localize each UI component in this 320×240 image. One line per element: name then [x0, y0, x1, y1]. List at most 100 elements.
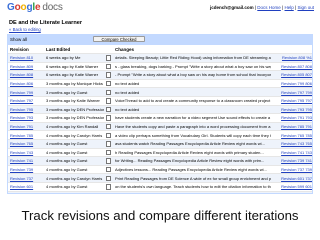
table-row: Revision 793 3 months ago by DEN Professi… [8, 113, 312, 123]
last-edited-cell: 3 months ago by Monique Hicks [44, 78, 104, 88]
revision-link[interactable]: Revision 806 [8, 78, 44, 88]
revision-link[interactable]: Revision 808 [8, 70, 44, 80]
revision-link[interactable]: Revision 785 [8, 130, 44, 140]
compare-link[interactable]: Revision 599 601 [271, 181, 312, 191]
compare-link[interactable]: Revision 808 %1 [271, 53, 312, 63]
changes-cell: Students can research multiple versions … [113, 190, 271, 193]
checkbox[interactable] [105, 81, 112, 87]
compare-link[interactable]: Revision 793 795 [271, 104, 312, 114]
table-row: Revision 737 4 months ago by Carolyn Harr… [8, 173, 312, 183]
revision-link[interactable]: Revision 765 [8, 138, 44, 149]
row-checkbox[interactable] [104, 95, 113, 106]
compare-link[interactable]: Revision 739 741 [271, 156, 312, 166]
row-checkbox[interactable] [104, 173, 113, 183]
revision-link[interactable]: Revision 797 [8, 95, 44, 106]
last-edited-cell: 6 weeks ago by Katie Warner [44, 61, 104, 71]
revision-link[interactable]: Revision 793 [8, 113, 44, 123]
checkbox[interactable] [105, 89, 112, 95]
compare-link[interactable]: Revision 799 806 [271, 78, 312, 88]
checkbox[interactable] [105, 55, 112, 61]
revision-table: Revision Last Edited Changes Revision 81… [8, 45, 312, 193]
compare-link[interactable]: Revision 545 599 [271, 190, 312, 193]
row-checkbox[interactable] [104, 147, 113, 157]
top-bar: Google docs jcdench@gmail.com | Docs Home… [0, 0, 320, 19]
checkbox[interactable] [105, 106, 112, 113]
revision-link[interactable]: Revision 601 [8, 181, 44, 191]
checkbox[interactable] [105, 132, 112, 138]
last-edited-cell: 4 months ago by Justin Kieltoski [44, 190, 104, 193]
table-row: Revision 791 4 months ago by Kim Randall H… [8, 121, 312, 131]
row-checkbox[interactable] [104, 70, 113, 80]
row-checkbox[interactable] [104, 138, 113, 149]
revision-link[interactable]: Revision 599 [8, 190, 44, 193]
column-header-select [104, 45, 113, 54]
compare-link[interactable]: Revision 737 739 [271, 164, 312, 174]
last-edited-cell: 3 months ago by Guest [44, 87, 104, 97]
last-edited-cell: 4 months ago by Kim Randall [44, 121, 104, 131]
compare-link[interactable]: Revision 743 765 [271, 138, 312, 149]
back-to-editing-link[interactable]: « Back to editing [9, 27, 41, 32]
compare-link[interactable]: Revision 797 799 [271, 87, 312, 97]
checkbox[interactable] [105, 123, 112, 130]
checkbox[interactable] [105, 63, 112, 70]
row-checkbox[interactable] [104, 61, 113, 71]
google-docs-logo[interactable]: Google docs [7, 2, 63, 13]
revision-link[interactable]: Revision 799 [8, 87, 44, 97]
compare-checked-button[interactable]: Compare Checked [93, 36, 145, 42]
revision-link[interactable]: Revision 741 [8, 156, 44, 166]
compare-link[interactable]: Revision 795 797 [271, 95, 312, 106]
last-edited-cell: 4 months ago by Carolyn Harris [44, 173, 104, 183]
revision-link[interactable]: Revision 739 [8, 164, 44, 174]
checkbox[interactable] [105, 166, 112, 173]
row-checkbox[interactable] [104, 156, 113, 166]
row-checkbox[interactable] [104, 130, 113, 140]
revision-link[interactable]: Revision 809 [8, 61, 44, 71]
revision-link[interactable]: Revision 795 [8, 104, 44, 114]
checkbox[interactable] [105, 158, 112, 164]
last-edited-cell: 4 months ago by Guest [44, 164, 104, 174]
row-checkbox[interactable] [104, 53, 113, 63]
checkbox[interactable] [105, 115, 112, 121]
checkbox[interactable] [105, 175, 112, 181]
last-edited-cell: 4 months ago by Guest [44, 181, 104, 191]
row-checkbox[interactable] [104, 181, 113, 191]
revision-table-container: Revision Last Edited Changes Revision 81… [7, 45, 313, 194]
row-checkbox[interactable] [104, 113, 113, 123]
revision-link[interactable]: Revision 737 [8, 173, 44, 183]
last-edited-cell: 4 months ago by Guest [44, 147, 104, 157]
revision-link[interactable]: Revision 743 [8, 147, 44, 157]
compare-link[interactable]: Revision 791 793 [271, 113, 312, 123]
row-checkbox[interactable] [104, 121, 113, 131]
checkbox[interactable] [105, 141, 112, 147]
compare-link[interactable]: Revision 785 791 [271, 121, 312, 131]
revision-link[interactable]: Revision 810 [8, 53, 44, 63]
user-email: jcdench@gmail.com [209, 5, 254, 10]
compare-link[interactable]: Revision 741 743 [271, 147, 312, 157]
document-title: DE and the Literate Learner [9, 20, 83, 26]
compare-link[interactable]: Revision 807 808 [271, 61, 312, 71]
row-checkbox[interactable] [104, 104, 113, 114]
checkbox[interactable] [105, 149, 112, 156]
show-all-dropdown[interactable]: Show all [10, 37, 27, 42]
compare-link[interactable]: Revision 601 737 [271, 173, 312, 183]
checkbox[interactable] [105, 192, 112, 193]
checkbox[interactable] [105, 98, 112, 104]
row-checkbox[interactable] [104, 164, 113, 174]
changes-cell: h Reading Passages Encyclopedia Article … [113, 147, 271, 157]
row-checkbox[interactable] [104, 190, 113, 193]
docs-home-link[interactable]: Docs Home [257, 5, 281, 10]
checkbox[interactable] [105, 72, 112, 78]
table-row: Revision 809 6 weeks ago by Katie Warner s… [8, 61, 312, 71]
revision-link[interactable]: Revision 791 [8, 121, 44, 131]
sign-out-link[interactable]: Sign out [297, 5, 314, 10]
changes-cell: Adjectives lessons... Reading Passages E… [113, 164, 271, 174]
compare-link[interactable]: Revision 805 807 [271, 70, 312, 80]
help-link[interactable]: Help [285, 5, 294, 10]
row-checkbox[interactable] [104, 78, 113, 88]
changes-cell: - Prompt "Write a story about what a boy… [113, 70, 271, 80]
table-row: Revision 5994 months ago by Justin Kielt… [8, 190, 312, 193]
checkbox[interactable] [105, 184, 112, 190]
row-checkbox[interactable] [104, 87, 113, 97]
compare-link[interactable]: Revision 765 785 [271, 130, 312, 140]
column-header-last-edited: Last Edited [46, 46, 71, 52]
